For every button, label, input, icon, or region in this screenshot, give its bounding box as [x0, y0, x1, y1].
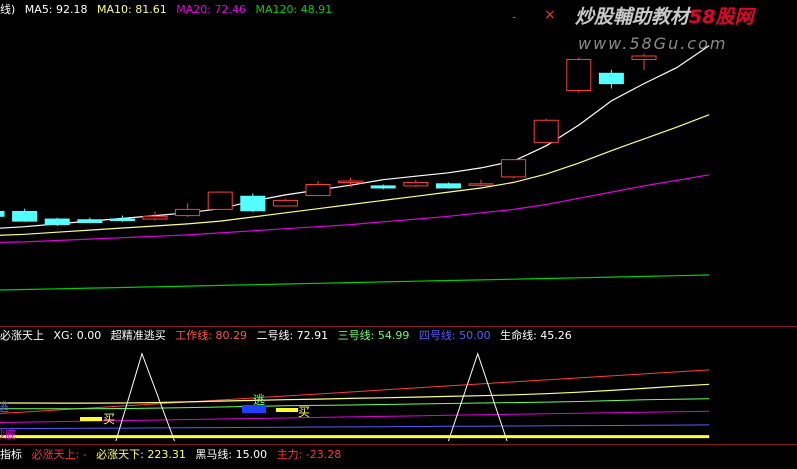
- candle-body-18: [566, 58, 592, 92]
- candle-body-15: [468, 183, 494, 186]
- bottom-legend: 指标 必涨天上: - 必涨天下: 223.31 黑马线: 15.00 主力: -…: [0, 448, 347, 462]
- sub-legend: 必涨天上 XG: 0.00 超精准逃买 工作线: 80.29 二号线: 72.9…: [0, 329, 578, 343]
- down-label: 必涨天下: 223.31: [96, 448, 186, 461]
- candle-body-20: [631, 55, 657, 60]
- candle-body-14: [435, 183, 461, 189]
- candle-body-16: [501, 159, 527, 178]
- line4-label: 四号线: 50.00: [418, 329, 491, 342]
- candle-body-8: [240, 195, 266, 212]
- separator-bottom: [0, 444, 797, 445]
- candle-body-11: [338, 180, 364, 184]
- up-label: 必涨天上: -: [31, 448, 87, 461]
- life-line-label: 生命线: 45.26: [500, 329, 572, 342]
- candlestick-chart: [0, 45, 710, 291]
- stock-chart-window: 线) MA5: 92.18 MA10: 81.61 MA20: 72.46 MA…: [0, 0, 797, 469]
- candle-body-9: [272, 199, 298, 207]
- main-force-label: 主力: -23.28: [276, 448, 342, 461]
- work-line-label: 工作线: 80.29: [175, 329, 247, 342]
- series-ma120: [0, 274, 710, 291]
- candle-body-7: [207, 191, 233, 210]
- sub-legend-xg: XG: 0.00: [53, 329, 102, 342]
- candle-body-12: [370, 185, 396, 189]
- signal-bar-yellow: [276, 408, 298, 412]
- line3-label: 三号线: 54.99: [337, 329, 410, 342]
- indicator-chart: [0, 352, 710, 442]
- candle-body-5: [142, 215, 168, 220]
- candle-body-0: [0, 210, 5, 217]
- series-ma10: [0, 114, 710, 236]
- candle-body-1: [12, 210, 38, 222]
- sub-legend-title: 超精准逃买: [110, 329, 166, 342]
- candle-body-19: [598, 72, 624, 85]
- black-horse-label: 黑马线: 15.00: [195, 448, 268, 461]
- candle-body-2: [44, 218, 70, 226]
- sub-series-0: [0, 369, 710, 414]
- sell-marker: 逃: [253, 393, 266, 407]
- left-marker-top: 逃: [0, 400, 10, 414]
- candle-body-17: [533, 119, 559, 143]
- peak-triangle-1: [447, 352, 508, 442]
- candle-body-10: [305, 184, 331, 197]
- candle-body-13: [403, 181, 429, 187]
- signal-bar-yellow-left: [80, 417, 102, 421]
- separator-top: [0, 326, 797, 327]
- sub-series-1: [0, 383, 710, 404]
- buy-marker-2: 买: [298, 405, 311, 419]
- candle-body-6: [175, 208, 201, 217]
- candle-body-4: [109, 218, 135, 222]
- left-marker-bottom: 抄底: [0, 428, 16, 441]
- line2-label: 二号线: 72.91: [256, 329, 329, 342]
- bottom-legend-prefix: 指标: [0, 448, 22, 461]
- sub-legend-name: 必涨天上: [0, 329, 44, 342]
- buy-marker-1: 买: [103, 412, 116, 426]
- candle-body-3: [77, 219, 103, 224]
